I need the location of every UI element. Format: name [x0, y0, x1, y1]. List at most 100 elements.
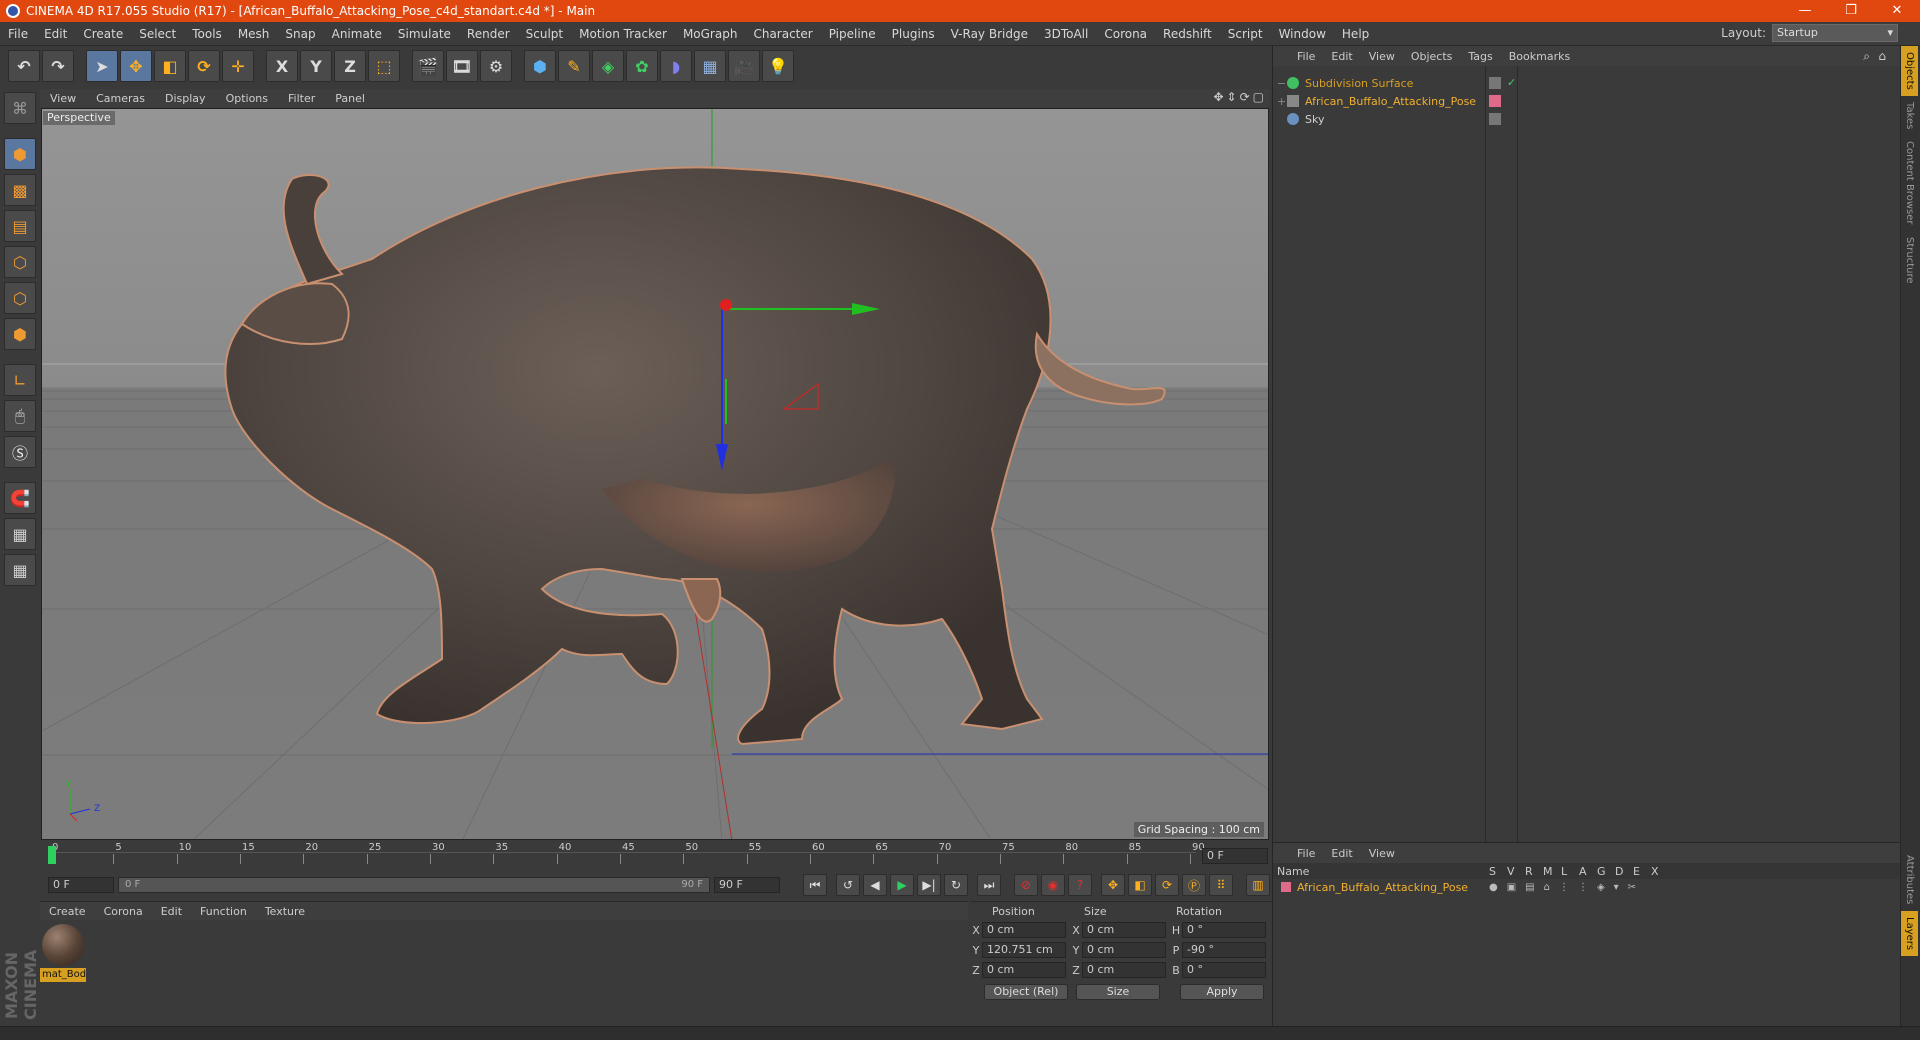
- planar-workplane-icon[interactable]: ▦: [4, 554, 36, 586]
- layer-menu-edit[interactable]: Edit: [1323, 847, 1360, 860]
- undo-icon[interactable]: ↶: [8, 50, 40, 82]
- close-button[interactable]: ✕: [1874, 0, 1920, 22]
- timeline-window-icon[interactable]: ▥: [1246, 874, 1270, 896]
- coordinate-system-icon[interactable]: ⬚: [368, 50, 400, 82]
- menu-select[interactable]: Select: [131, 22, 184, 46]
- expand-collapse-icon[interactable]: +: [1277, 95, 1287, 108]
- menu-mograph[interactable]: MoGraph: [675, 22, 746, 46]
- scale-tool-icon[interactable]: ◧: [154, 50, 186, 82]
- menu-sculpt[interactable]: Sculpt: [518, 22, 571, 46]
- edges-mode-icon[interactable]: ⬡: [4, 282, 36, 314]
- minimize-button[interactable]: —: [1782, 0, 1828, 22]
- min-frame-field[interactable]: 0 F: [48, 877, 114, 893]
- render-settings-icon[interactable]: ⚙: [480, 50, 512, 82]
- key-position-icon[interactable]: ✥: [1101, 874, 1125, 896]
- pan-view-icon[interactable]: ✥: [1213, 90, 1223, 104]
- current-frame-marker[interactable]: [48, 846, 56, 864]
- viewport-menu-view[interactable]: View: [40, 92, 86, 105]
- layer-color-icon[interactable]: [1281, 882, 1291, 892]
- rotation-b-field[interactable]: 0 °: [1182, 962, 1266, 978]
- tab-structure[interactable]: Structure: [1901, 231, 1918, 290]
- material-name-label[interactable]: mat_Bod: [40, 968, 86, 982]
- layer-toggle-icons[interactable]: ●▣▤⌂⋮⋮◈▾✂: [1489, 882, 1645, 893]
- menu-script[interactable]: Script: [1220, 22, 1271, 46]
- object-menu-edit[interactable]: Edit: [1323, 50, 1360, 63]
- cube-primitive-icon[interactable]: ⬢: [524, 50, 556, 82]
- object-menu-bookmarks[interactable]: Bookmarks: [1501, 50, 1578, 63]
- goto-end-icon[interactable]: ⏭: [977, 874, 1001, 896]
- position-z-field[interactable]: 0 cm: [982, 962, 1066, 978]
- menu-create[interactable]: Create: [75, 22, 131, 46]
- keyframe-selection-icon[interactable]: ?: [1068, 874, 1092, 896]
- polygons-mode-icon[interactable]: ⬢: [4, 318, 36, 350]
- object-row-african-buffalo[interactable]: + African_Buffalo_Attacking_Pose: [1277, 92, 1476, 110]
- zoom-view-icon[interactable]: ⇕: [1227, 90, 1237, 104]
- toggle-view-icon[interactable]: ▢: [1253, 90, 1264, 104]
- material-menu-texture[interactable]: Texture: [256, 905, 314, 918]
- size-mode-dropdown[interactable]: Size: [1076, 984, 1160, 1000]
- object-home-icon[interactable]: ⌂: [1878, 49, 1886, 63]
- position-y-field[interactable]: 120.751 cm: [982, 942, 1066, 958]
- cloner-icon[interactable]: ✿: [626, 50, 658, 82]
- axis-mode-icon[interactable]: ∟: [4, 364, 36, 396]
- menu-file[interactable]: File: [0, 22, 36, 46]
- coordinate-mode-dropdown[interactable]: Object (Rel): [984, 984, 1068, 1000]
- viewport-menu-options[interactable]: Options: [216, 92, 278, 105]
- live-select-icon[interactable]: ✛: [222, 50, 254, 82]
- menu-vray-bridge[interactable]: V-Ray Bridge: [943, 22, 1036, 46]
- material-menu-corona[interactable]: Corona: [95, 905, 152, 918]
- viewport-menu-panel[interactable]: Panel: [325, 92, 375, 105]
- size-z-field[interactable]: 0 cm: [1082, 962, 1166, 978]
- material-menu-create[interactable]: Create: [40, 905, 95, 918]
- layer-menu-file[interactable]: File: [1289, 847, 1323, 860]
- frame-range-slider[interactable]: 0 F 90 F: [118, 877, 710, 893]
- floor-scene-icon[interactable]: ▦: [694, 50, 726, 82]
- position-x-field[interactable]: 0 cm: [982, 922, 1066, 938]
- axis-x-lock-button[interactable]: X: [266, 50, 298, 82]
- object-menu-objects[interactable]: Objects: [1403, 50, 1461, 63]
- render-view-icon[interactable]: 🎬: [412, 50, 444, 82]
- menu-character[interactable]: Character: [745, 22, 820, 46]
- menu-animate[interactable]: Animate: [324, 22, 390, 46]
- texture-mode-icon[interactable]: ▩: [4, 174, 36, 206]
- enabled-check-icon[interactable]: ✓: [1507, 76, 1519, 89]
- tab-objects[interactable]: Objects: [1901, 46, 1918, 96]
- material-menu-edit[interactable]: Edit: [152, 905, 191, 918]
- axis-z-lock-button[interactable]: Z: [334, 50, 366, 82]
- redo-icon[interactable]: ↷: [42, 50, 74, 82]
- perspective-viewport[interactable]: Y Z: [41, 108, 1269, 840]
- editor-visibility-icon[interactable]: [1489, 113, 1501, 125]
- tab-content-browser[interactable]: Content Browser: [1901, 135, 1918, 230]
- record-keys-icon[interactable]: ⊘: [1014, 874, 1038, 896]
- menu-redshift[interactable]: Redshift: [1155, 22, 1220, 46]
- light-icon[interactable]: 💡: [762, 50, 794, 82]
- key-rotation-icon[interactable]: ⟳: [1155, 874, 1179, 896]
- workplane-icon[interactable]: ▤: [4, 210, 36, 242]
- menu-motion-tracker[interactable]: Motion Tracker: [571, 22, 675, 46]
- editor-visibility-icon[interactable]: [1489, 77, 1501, 89]
- buffalo-model[interactable]: [224, 166, 1166, 746]
- camera-icon[interactable]: 🎥: [728, 50, 760, 82]
- menu-pipeline[interactable]: Pipeline: [821, 22, 884, 46]
- next-key-icon[interactable]: ↻: [944, 874, 968, 896]
- menu-simulate[interactable]: Simulate: [390, 22, 459, 46]
- apply-button[interactable]: Apply: [1180, 984, 1264, 1000]
- key-scale-icon[interactable]: ◧: [1128, 874, 1152, 896]
- object-menu-view[interactable]: View: [1361, 50, 1403, 63]
- menu-tools[interactable]: Tools: [184, 22, 230, 46]
- axis-y-lock-button[interactable]: Y: [300, 50, 332, 82]
- tweak-mode-icon[interactable]: 🖱: [4, 400, 36, 432]
- render-picture-viewer-icon[interactable]: 🎞: [446, 50, 478, 82]
- rotation-p-field[interactable]: -90 °: [1182, 942, 1266, 958]
- tab-layers[interactable]: Layers: [1901, 910, 1918, 956]
- expand-collapse-icon[interactable]: −: [1277, 77, 1287, 90]
- object-row-sky[interactable]: Sky: [1277, 110, 1324, 128]
- subdivision-surface-icon[interactable]: ◈: [592, 50, 624, 82]
- menu-mesh[interactable]: Mesh: [230, 22, 278, 46]
- step-forward-icon[interactable]: ▶|: [917, 874, 941, 896]
- object-menu-tags[interactable]: Tags: [1460, 50, 1500, 63]
- menu-edit[interactable]: Edit: [36, 22, 75, 46]
- layer-menu-view[interactable]: View: [1361, 847, 1403, 860]
- menu-render[interactable]: Render: [459, 22, 518, 46]
- layout-dropdown[interactable]: Startup: [1772, 24, 1898, 42]
